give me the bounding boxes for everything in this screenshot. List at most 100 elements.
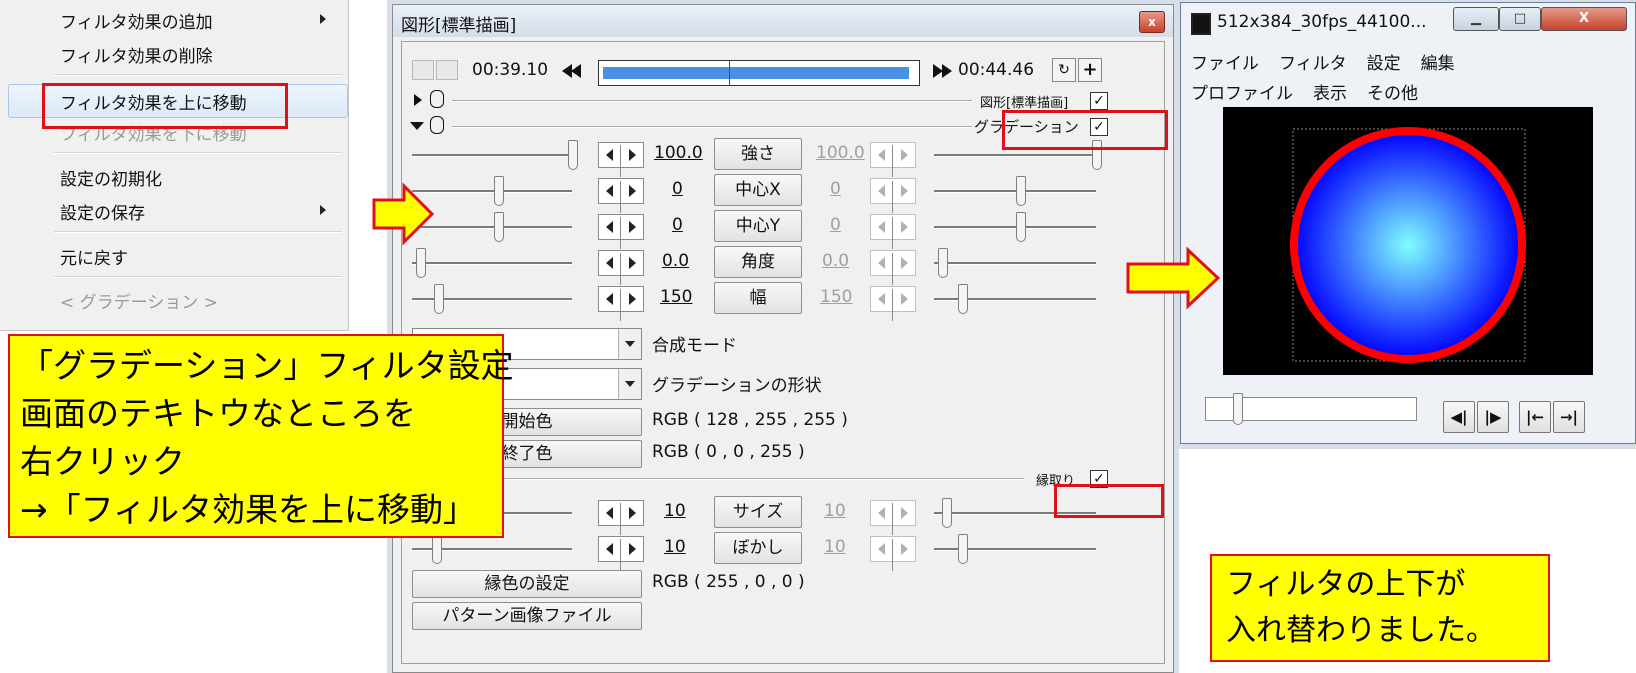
value-stepper[interactable] (870, 142, 916, 177)
frame-icon[interactable] (436, 60, 458, 80)
playhead[interactable] (729, 61, 730, 85)
next-frame-icon[interactable]: |▶ (1477, 401, 1509, 433)
collapsed-triangle-icon[interactable] (414, 94, 422, 106)
value-stepper[interactable] (598, 286, 644, 321)
menu-item-undo[interactable]: 元に戻す (60, 244, 128, 269)
param-value-left[interactable]: 0 (672, 215, 683, 235)
callout-line: 入れ替わりました。 (1226, 613, 1496, 648)
value-stepper[interactable] (870, 500, 916, 535)
prev-frame-icon[interactable]: ◀| (1443, 401, 1475, 433)
slider-thumb[interactable] (942, 498, 952, 528)
close-icon[interactable]: x (1139, 11, 1165, 33)
param-button-blur[interactable]: ぼかし (714, 532, 802, 564)
param-value-left[interactable]: 100.0 (654, 143, 703, 163)
value-stepper[interactable] (598, 250, 644, 285)
slider-thumb[interactable] (958, 534, 968, 564)
slider-track[interactable] (412, 226, 572, 229)
value-stepper[interactable] (870, 214, 916, 249)
menu-edit[interactable]: 編集 (1421, 54, 1455, 74)
param-value-right[interactable]: 0 (830, 179, 841, 199)
close-icon[interactable]: X (1541, 7, 1627, 31)
slider-thumb[interactable] (1016, 176, 1026, 206)
value-stepper[interactable] (598, 214, 644, 249)
fast-forward-icon[interactable] (930, 62, 954, 80)
last-frame-icon[interactable]: →| (1553, 401, 1585, 433)
param-button-strength[interactable]: 強さ (714, 138, 802, 170)
param-button-center-x[interactable]: 中心X (714, 174, 802, 206)
param-button-width[interactable]: 幅 (714, 282, 802, 314)
mouse-icon (430, 116, 444, 134)
slider-thumb[interactable] (432, 534, 442, 564)
param-value-left[interactable]: 10 (664, 501, 686, 521)
param-value-right[interactable]: 150 (820, 287, 852, 307)
preview-canvas[interactable] (1223, 107, 1593, 375)
param-value-right[interactable]: 10 (824, 501, 846, 521)
gradient-shape-label: グラデーションの形状 (652, 376, 822, 396)
slider-track[interactable] (934, 262, 1096, 265)
param-value-left[interactable]: 150 (660, 287, 692, 307)
menu-settings[interactable]: 設定 (1367, 54, 1401, 74)
menu-item-save-settings[interactable]: 設定の保存 (60, 199, 145, 224)
callout-line: →「フィルタ効果を上に移動」 (20, 490, 476, 529)
gradient-circle (1290, 127, 1526, 363)
param-value-left[interactable]: 0 (672, 179, 683, 199)
slider-thumb[interactable] (568, 140, 578, 170)
value-stepper[interactable] (598, 178, 644, 213)
timeline-track[interactable] (598, 60, 920, 86)
value-stepper[interactable] (598, 536, 644, 571)
menu-item-delete-filter[interactable]: フィルタ効果の削除 (60, 42, 213, 67)
seek-thumb[interactable] (1233, 393, 1243, 425)
slider-thumb[interactable] (938, 248, 948, 278)
menu-separator (54, 231, 342, 233)
value-stepper[interactable] (870, 536, 916, 571)
value-stepper[interactable] (598, 500, 644, 535)
slider-thumb[interactable] (958, 284, 968, 314)
slider-track[interactable] (934, 154, 1096, 157)
slider-track[interactable] (934, 190, 1096, 193)
slider-track[interactable] (412, 154, 572, 157)
border-color-button[interactable]: 縁色の設定 (412, 570, 642, 598)
slider-track[interactable] (412, 190, 572, 193)
loop-icon[interactable]: ↻ (1052, 58, 1076, 82)
param-value-right[interactable]: 10 (824, 537, 846, 557)
param-value-right[interactable]: 100.0 (816, 143, 865, 163)
pattern-image-button[interactable]: パターン画像ファイル (412, 602, 642, 630)
frame-icon[interactable] (412, 60, 434, 80)
menu-item-reset-settings[interactable]: 設定の初期化 (60, 165, 162, 190)
first-frame-icon[interactable]: |← (1519, 401, 1551, 433)
menu-file[interactable]: ファイル (1191, 54, 1259, 74)
rewind-icon[interactable] (560, 62, 584, 80)
param-value-right[interactable]: 0 (830, 215, 841, 235)
param-button-size[interactable]: サイズ (714, 496, 802, 528)
param-button-center-y[interactable]: 中心Y (714, 210, 802, 242)
callout-line: フィルタの上下が (1226, 567, 1466, 602)
param-value-right[interactable]: 0.0 (822, 251, 849, 271)
menu-profile[interactable]: プロファイル (1191, 84, 1293, 104)
param-value-left[interactable]: 10 (664, 537, 686, 557)
slider-thumb[interactable] (494, 212, 504, 242)
arrow-icon (1126, 246, 1220, 310)
maximize-icon[interactable]: □ (1499, 7, 1541, 31)
slider-thumb[interactable] (494, 176, 504, 206)
slider-thumb[interactable] (434, 284, 444, 314)
filter-enable-checkbox[interactable]: ✓ (1090, 92, 1108, 110)
chevron-down-icon[interactable] (618, 369, 641, 399)
slider-thumb[interactable] (1016, 212, 1026, 242)
menu-view[interactable]: 表示 (1313, 84, 1347, 104)
chevron-down-icon[interactable] (618, 329, 641, 359)
slider-thumb[interactable] (416, 248, 426, 278)
slider-track[interactable] (934, 226, 1096, 229)
expanded-triangle-icon[interactable] (410, 122, 424, 130)
minimize-icon[interactable]: ▁ (1453, 7, 1499, 31)
add-filter-icon[interactable]: + (1078, 58, 1102, 82)
param-value-left[interactable]: 0.0 (662, 251, 689, 271)
menu-item-add-filter[interactable]: フィルタ効果の追加 (60, 8, 213, 33)
value-stepper[interactable] (870, 286, 916, 321)
value-stepper[interactable] (870, 178, 916, 213)
value-stepper[interactable] (870, 250, 916, 285)
value-stepper[interactable] (598, 142, 644, 177)
param-button-angle[interactable]: 角度 (714, 246, 802, 278)
menu-other[interactable]: その他 (1367, 84, 1418, 104)
slider-track[interactable] (412, 262, 572, 265)
menu-filter[interactable]: フィルタ (1279, 54, 1347, 74)
